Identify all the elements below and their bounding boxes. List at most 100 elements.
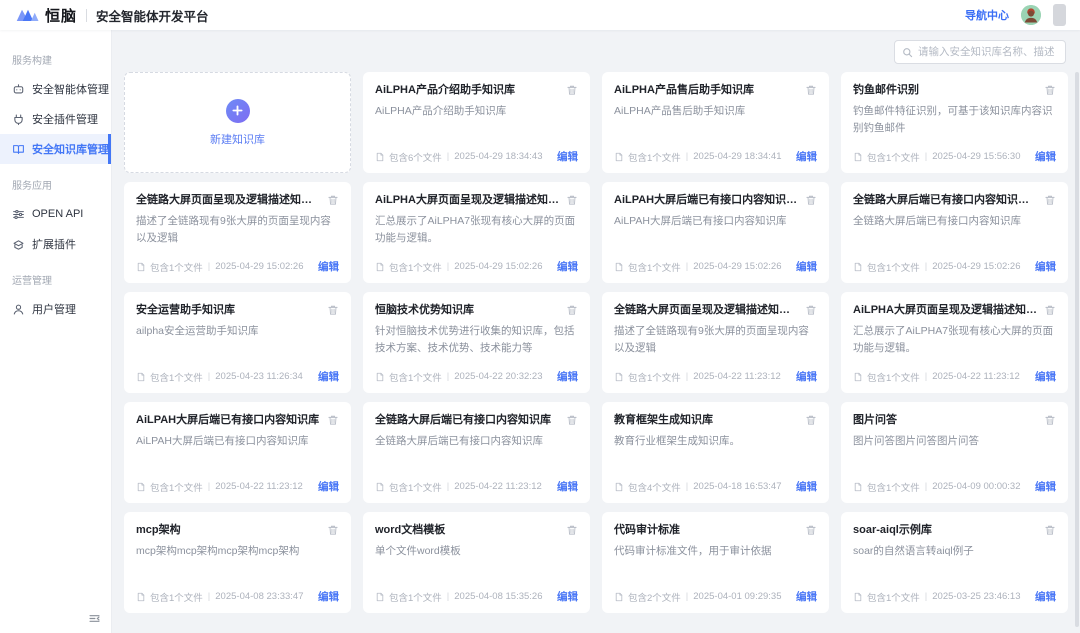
card-timestamp: 2025-04-08 15:35:26 (454, 591, 542, 602)
knowledge-base-card[interactable]: 恒脑技术优势知识库 针对恒脑技术优势进行收集的知识库，包括技术方案、技术优势、技… (363, 292, 590, 393)
delete-icon[interactable] (1044, 194, 1056, 206)
knowledge-base-card[interactable]: 图片问答 图片问答图片问答图片问答 包含1个文件 | 2025-04-09 00… (841, 402, 1068, 503)
delete-icon[interactable] (1044, 304, 1056, 316)
edit-link[interactable]: 编辑 (318, 369, 339, 384)
file-icon (136, 592, 146, 602)
card-title: AiLPHA大屏页面呈现及逻辑描述知识库 (853, 303, 1038, 318)
sidebar-item-label: 安全智能体管理 (32, 81, 109, 97)
card-timestamp: 2025-04-29 15:02:26 (454, 261, 542, 272)
edit-link[interactable]: 编辑 (1035, 149, 1056, 164)
edit-link[interactable]: 编辑 (318, 479, 339, 494)
knowledge-base-card[interactable]: AiLPAH大屏后端已有接口内容知识库 AiLPAH大屏后端已有接口内容知识库 … (124, 402, 351, 503)
edit-link[interactable]: 编辑 (796, 369, 817, 384)
delete-icon[interactable] (566, 194, 578, 206)
sidebar-collapse-icon[interactable] (88, 612, 101, 625)
card-timestamp: 2025-04-22 11:23:12 (215, 481, 303, 492)
knowledge-base-card[interactable]: 代码审计标准 代码审计标准文件，用于审计依据 包含2个文件 | 2025-04-… (602, 512, 829, 613)
edit-link[interactable]: 编辑 (1035, 259, 1056, 274)
delete-icon[interactable] (805, 414, 817, 426)
sidebar-section-build: 服务构建 安全智能体管理 安全插件管理 (0, 52, 111, 164)
sidebar-item-knowledge-base-management[interactable]: 安全知识库管理 (0, 134, 111, 164)
delete-icon[interactable] (327, 194, 339, 206)
header-placeholder (1053, 4, 1066, 26)
knowledge-base-card[interactable]: 全链路大屏页面呈现及逻辑描述知识库... 描述了全链路现有9张大屏的页面呈现内容… (124, 182, 351, 283)
knowledge-base-card[interactable]: 钓鱼邮件识别 钓鱼邮件特征识别，可基于该知识库内容识别钓鱼邮件 包含1个文件 |… (841, 72, 1068, 173)
delete-icon[interactable] (1044, 84, 1056, 96)
file-icon (853, 262, 863, 272)
edit-link[interactable]: 编辑 (1035, 369, 1056, 384)
file-icon (614, 372, 624, 382)
delete-icon[interactable] (805, 304, 817, 316)
delete-icon[interactable] (1044, 524, 1056, 536)
edit-link[interactable]: 编辑 (796, 149, 817, 164)
delete-icon[interactable] (327, 414, 339, 426)
card-description: 单个文件word模板 (375, 543, 578, 559)
edit-link[interactable]: 编辑 (796, 259, 817, 274)
search-input[interactable] (918, 46, 1058, 58)
vertical-scrollbar[interactable] (1075, 72, 1079, 627)
knowledge-base-card[interactable]: AiLPHA产品售后助手知识库 AiLPHA产品售后助手知识库 包含1个文件 |… (602, 72, 829, 173)
knowledge-base-card[interactable]: 教育框架生成知识库 教育行业框架生成知识库。 包含4个文件 | 2025-04-… (602, 402, 829, 503)
edit-link[interactable]: 编辑 (557, 259, 578, 274)
knowledge-base-card[interactable]: 安全运营助手知识库 ailpha安全运营助手知识库 包含1个文件 | 2025-… (124, 292, 351, 393)
sidebar-item-extensions[interactable]: 扩展插件 (0, 229, 111, 259)
card-file-count: 包含1个文件 (389, 260, 442, 274)
sidebar-item-open-api[interactable]: OPEN API (0, 199, 111, 229)
card-title: AiLPAH大屏后端已有接口内容知识库 (136, 413, 321, 428)
delete-icon[interactable] (327, 304, 339, 316)
knowledge-base-card[interactable]: 全链路大屏后端已有接口内容知识库 全链路大屏后端已有接口内容知识库 包含1个文件… (363, 402, 590, 503)
card-description: 汇总展示了AiLPHA7张现有核心大屏的页面功能与逻辑。 (375, 213, 578, 246)
edit-link[interactable]: 编辑 (796, 479, 817, 494)
knowledge-base-card[interactable]: 全链路大屏后端已有接口内容知识库hwf 全链路大屏后端已有接口内容知识库 包含1… (841, 182, 1068, 283)
card-description: 汇总展示了AiLPHA7张现有核心大屏的页面功能与逻辑。 (853, 323, 1056, 356)
knowledge-base-card[interactable]: mcp架构 mcp架构mcp架构mcp架构mcp架构 包含1个文件 | 2025… (124, 512, 351, 613)
file-icon (375, 152, 385, 162)
user-avatar[interactable] (1021, 5, 1041, 25)
sidebar-item-label: 安全知识库管理 (32, 141, 109, 157)
card-title: 安全运营助手知识库 (136, 303, 321, 318)
delete-icon[interactable] (566, 524, 578, 536)
knowledge-base-card[interactable]: AiLPAH大屏后端已有接口内容知识库h AiLPAH大屏后端已有接口内容知识库… (602, 182, 829, 283)
delete-icon[interactable] (327, 524, 339, 536)
knowledge-base-card[interactable]: word文档模板 单个文件word模板 包含1个文件 | 2025-04-08 … (363, 512, 590, 613)
search-icon (902, 47, 913, 58)
file-icon (614, 262, 624, 272)
edit-link[interactable]: 编辑 (1035, 589, 1056, 604)
knowledge-base-card[interactable]: 全链路大屏页面呈现及逻辑描述知识库 描述了全链路现有9张大屏的页面呈现内容以及逻… (602, 292, 829, 393)
card-timestamp: 2025-04-29 15:56:30 (932, 151, 1020, 162)
delete-icon[interactable] (805, 84, 817, 96)
sidebar-item-user-management[interactable]: 用户管理 (0, 294, 111, 324)
delete-icon[interactable] (566, 84, 578, 96)
edit-link[interactable]: 编辑 (557, 369, 578, 384)
edit-link[interactable]: 编辑 (1035, 479, 1056, 494)
footer-separator: | (925, 371, 927, 382)
new-knowledge-base-button[interactable]: 新建知识库 (124, 72, 351, 173)
delete-icon[interactable] (805, 524, 817, 536)
brand-logo-icon (16, 7, 40, 23)
knowledge-base-card[interactable]: AiLPHA产品介绍助手知识库 AiLPHA产品介绍助手知识库 包含6个文件 |… (363, 72, 590, 173)
edit-link[interactable]: 编辑 (557, 149, 578, 164)
delete-icon[interactable] (566, 304, 578, 316)
brand-name: 恒脑 (45, 5, 77, 26)
card-timestamp: 2025-04-22 11:23:12 (693, 371, 781, 382)
section-label: 服务应用 (0, 177, 111, 192)
delete-icon[interactable] (805, 194, 817, 206)
delete-icon[interactable] (566, 414, 578, 426)
sidebar-item-agent-management[interactable]: 安全智能体管理 (0, 74, 111, 104)
card-description: AiLPAH大屏后端已有接口内容知识库 (614, 213, 817, 229)
knowledge-base-card[interactable]: soar-aiql示例库 soar的自然语言转aiql例子 包含1个文件 | 2… (841, 512, 1068, 613)
card-description: 图片问答图片问答图片问答 (853, 433, 1056, 449)
search-box[interactable] (894, 40, 1066, 64)
card-file-count: 包含1个文件 (867, 260, 920, 274)
edit-link[interactable]: 编辑 (557, 589, 578, 604)
knowledge-base-card[interactable]: AiLPHA大屏页面呈现及逻辑描述知识库 汇总展示了AiLPHA7张现有核心大屏… (841, 292, 1068, 393)
delete-icon[interactable] (1044, 414, 1056, 426)
edit-link[interactable]: 编辑 (318, 589, 339, 604)
edit-link[interactable]: 编辑 (557, 479, 578, 494)
nav-center-link[interactable]: 导航中心 (965, 7, 1009, 23)
knowledge-base-card[interactable]: AiLPHA大屏页面呈现及逻辑描述知hw 汇总展示了AiLPHA7张现有核心大屏… (363, 182, 590, 283)
edit-link[interactable]: 编辑 (318, 259, 339, 274)
edit-link[interactable]: 编辑 (796, 589, 817, 604)
card-file-count: 包含1个文件 (150, 260, 203, 274)
sidebar-item-plugin-management[interactable]: 安全插件管理 (0, 104, 111, 134)
